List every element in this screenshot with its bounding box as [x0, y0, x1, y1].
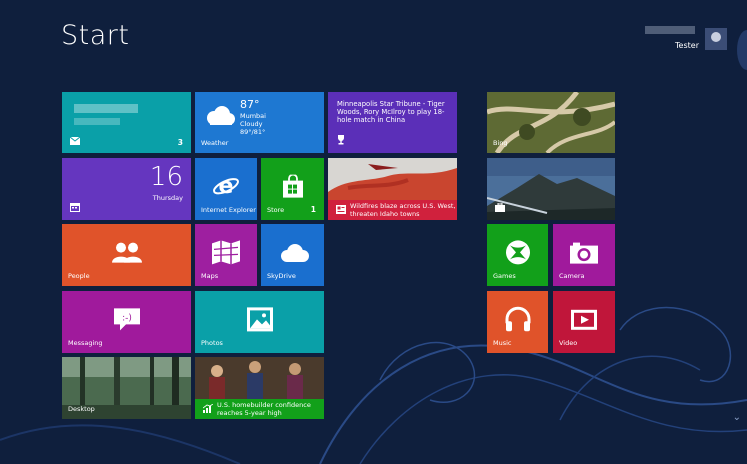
finance-caption: U.S. homebuilder confidence reaches 5-ye… — [195, 399, 324, 419]
cloud-icon — [207, 106, 235, 125]
suitcase-icon — [495, 203, 505, 212]
store-bag-icon — [282, 174, 303, 198]
scroll-down-icon[interactable]: ⌄ — [733, 412, 741, 423]
trophy-icon — [338, 135, 344, 145]
mail-icon — [70, 137, 80, 145]
mail-sender-blur — [74, 104, 138, 113]
maps-icon — [212, 240, 240, 265]
store-badge: 1 — [310, 205, 316, 214]
skydrive-label: SkyDrive — [267, 272, 296, 280]
people-icon — [111, 242, 142, 263]
tile-internet-explorer[interactable]: e Internet Explorer — [195, 158, 257, 220]
tile-mail[interactable]: 3 — [62, 92, 191, 153]
internet-explorer-icon: e — [213, 174, 239, 199]
tile-people[interactable]: People — [62, 224, 191, 286]
weather-range: 89°/81° — [240, 128, 266, 136]
photos-icon — [246, 307, 273, 332]
tile-news-wildfires[interactable]: Wildfires blaze across U.S. West, threat… — [328, 158, 457, 220]
photos-label: Photos — [201, 339, 223, 347]
user-avatar[interactable] — [705, 28, 727, 50]
store-label: Store — [267, 206, 285, 214]
maps-label: Maps — [201, 272, 219, 280]
weather-city: Mumbai — [240, 112, 266, 120]
bing-label: Bing — [493, 139, 508, 147]
ie-label: Internet Explorer — [201, 206, 256, 214]
mail-badge: 3 — [177, 138, 183, 147]
tile-travel[interactable] — [487, 158, 615, 220]
news-icon — [336, 205, 346, 214]
calendar-date: 16 — [149, 162, 183, 192]
travel-mountain-photo — [487, 158, 615, 220]
finance-headline: U.S. homebuilder confidence reaches 5-ye… — [217, 401, 311, 417]
tile-games[interactable]: Games — [487, 224, 548, 286]
camera-label: Camera — [559, 272, 585, 280]
svg-text::-): :-) — [122, 313, 132, 323]
tile-weather[interactable]: 87° Mumbai Cloudy 89°/81° Weather — [195, 92, 324, 153]
wildfire-photo — [328, 158, 457, 200]
skydrive-cloud-icon — [280, 244, 309, 262]
weather-details: Mumbai Cloudy 89°/81° — [240, 112, 266, 136]
tile-video[interactable]: Video — [553, 291, 615, 353]
calendar-day: Thursday — [152, 194, 183, 202]
weather-condition: Cloudy — [240, 120, 263, 128]
finance-news-photo — [195, 357, 324, 399]
wildfire-caption: Wildfires blaze across U.S. West, threat… — [328, 200, 457, 220]
user-account-blur — [645, 26, 695, 34]
games-label: Games — [493, 272, 516, 280]
svg-text:e: e — [219, 174, 234, 199]
tile-music[interactable]: Music — [487, 291, 548, 353]
tile-messaging[interactable]: :-) Messaging — [62, 291, 191, 353]
tile-desktop[interactable]: Desktop — [62, 357, 191, 419]
tile-bing[interactable]: Bing — [487, 92, 615, 153]
calendar-icon — [70, 203, 80, 212]
chart-trend-icon — [203, 404, 213, 413]
tile-news-tiger-woods[interactable]: Minneapolis Star Tribune - Tiger Woods, … — [328, 92, 457, 153]
desktop-label: Desktop — [68, 405, 95, 413]
user-name[interactable]: Tester — [675, 41, 699, 50]
messaging-label: Messaging — [68, 339, 103, 347]
people-label: People — [68, 272, 90, 280]
weather-label: Weather — [201, 139, 229, 147]
charm-edge — [737, 30, 747, 70]
avatar-image — [711, 32, 721, 42]
messaging-icon: :-) — [113, 308, 140, 331]
video-label: Video — [559, 339, 578, 347]
wildfire-headline: Wildfires blaze across U.S. West, threat… — [350, 202, 456, 218]
tile-photos[interactable]: Photos — [195, 291, 324, 353]
tile-maps[interactable]: Maps — [195, 224, 257, 286]
news-headline: Minneapolis Star Tribune - Tiger Woods, … — [337, 100, 445, 124]
music-label: Music — [493, 339, 512, 347]
headphones-icon — [505, 306, 530, 332]
start-title: Start — [61, 20, 130, 51]
weather-temp: 87° — [240, 98, 260, 111]
video-play-icon — [571, 309, 597, 330]
tile-camera[interactable]: Camera — [553, 224, 615, 286]
tile-skydrive[interactable]: SkyDrive — [261, 224, 324, 286]
xbox-games-icon — [505, 240, 530, 265]
tile-store[interactable]: Store 1 — [261, 158, 324, 220]
camera-icon — [570, 242, 598, 264]
tile-calendar[interactable]: 16 Thursday — [62, 158, 191, 220]
mail-subject-blur — [74, 118, 120, 125]
tile-finance-news[interactable]: U.S. homebuilder confidence reaches 5-ye… — [195, 357, 324, 419]
